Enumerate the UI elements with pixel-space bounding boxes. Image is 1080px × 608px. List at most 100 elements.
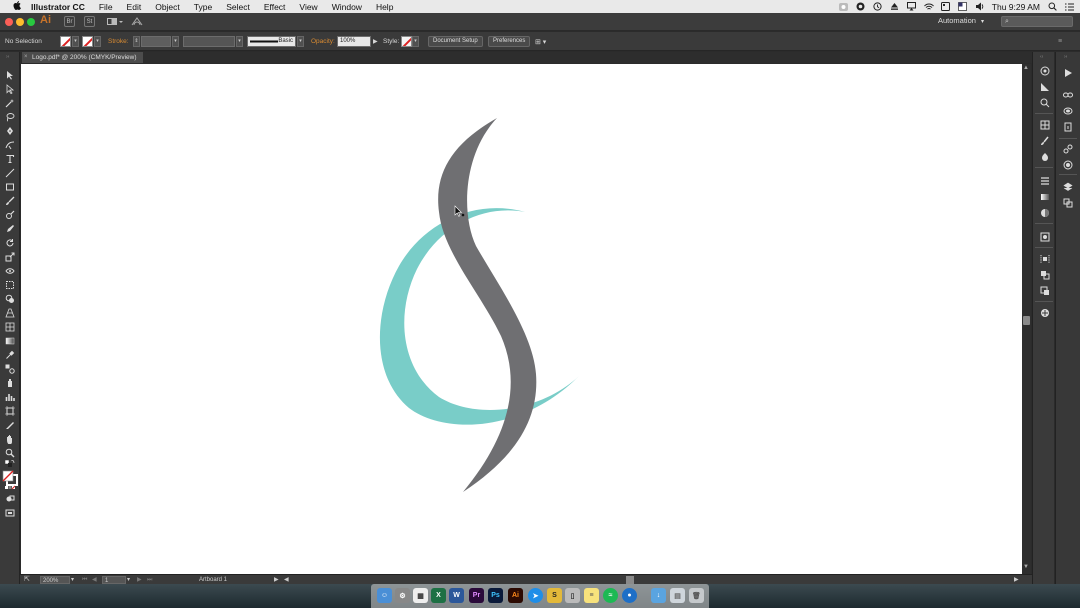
menu-type[interactable]: Type [187,2,219,12]
artboard-number-dropdown-icon[interactable]: ▾ [127,576,130,584]
scale-tool-icon[interactable] [4,252,16,262]
artboards-panel-icon[interactable] [1062,198,1073,208]
apple-menu-icon[interactable] [10,1,24,12]
photoshop-dock-icon[interactable]: Ps [488,588,503,603]
graphic-style-dropdown[interactable]: ▾ [412,36,419,47]
actions-panel-icon[interactable] [1062,68,1073,78]
close-window-button[interactable] [5,18,13,26]
documents-stack-dock-icon[interactable]: ▤ [670,588,685,603]
tools-collapse-icon[interactable]: ›› [6,54,9,60]
premiere-dock-icon[interactable]: Pr [469,588,484,603]
paintbrush-tool-icon[interactable] [4,196,16,206]
stroke-weight-input[interactable] [141,36,171,47]
pathfinder-panel-icon[interactable] [1039,270,1050,280]
transform-panel-icon[interactable] [1039,286,1050,296]
magic-wand-tool-icon[interactable] [4,98,16,108]
rectangle-tool-icon[interactable] [4,182,16,192]
notes-dock-icon[interactable]: ≡ [584,588,599,603]
menu-file[interactable]: File [92,2,120,12]
gpu-performance-icon[interactable] [130,16,144,27]
dock-collapse-icon[interactable]: ‹‹ [1040,54,1043,60]
free-transform-tool-icon[interactable] [4,280,16,290]
menu-object[interactable]: Object [148,2,187,12]
opacity-arrow-icon[interactable]: ▶ [373,38,378,45]
navigator-panel-icon[interactable] [1039,308,1050,318]
notification-icon[interactable] [941,2,951,11]
direct-selection-tool-icon[interactable] [4,84,16,94]
gradient-tool-icon[interactable] [4,336,16,346]
vertical-scroll-thumb[interactable] [1023,316,1030,325]
arrange-documents-icon[interactable] [106,16,124,27]
close-tab-icon[interactable]: × [24,52,28,63]
gray-swoosh-shape[interactable] [438,118,537,492]
links-panel-icon[interactable] [1062,90,1073,100]
zoom-dropdown-icon[interactable]: ▾ [71,576,74,584]
appearance-panel-icon[interactable] [1039,232,1050,242]
cc-libraries-panel-icon[interactable] [1039,98,1050,108]
symbols-panel-icon[interactable] [1039,152,1050,162]
align-panel-icon[interactable] [1039,254,1050,264]
stock-button[interactable]: St [84,16,95,27]
excel-dock-icon[interactable]: X [431,588,446,603]
asset-export-panel-icon[interactable] [1062,144,1073,154]
graphic-styles-panel-icon[interactable] [1062,106,1073,116]
last-artboard-icon[interactable]: ⏭ [147,576,152,584]
time-machine-icon[interactable] [873,2,883,11]
width-tool-icon[interactable] [4,266,16,276]
spotify-dock-icon[interactable]: ≈ [603,588,618,603]
volume-icon[interactable] [975,2,985,11]
variables-panel-icon[interactable] [1062,160,1073,170]
fill-swatch[interactable] [60,36,71,47]
stroke-label[interactable]: Stroke: [108,38,129,45]
first-artboard-icon[interactable]: ⏮ [82,576,87,584]
bridge-button[interactable]: Br [64,16,75,27]
type-tool-icon[interactable] [4,154,16,164]
graphic-style-swatch[interactable] [401,36,412,47]
brush-definition[interactable]: Basic [247,36,296,47]
document-info-panel-icon[interactable] [1062,122,1073,132]
drawing-modes-icon[interactable] [4,494,16,504]
scroll-down-icon[interactable]: ▼ [1023,564,1029,570]
dock-expand-icon[interactable]: ›› [1064,54,1067,60]
opacity-label[interactable]: Opacity: [311,38,335,45]
default-colors-icon[interactable] [4,460,16,470]
safari-dock-icon[interactable]: ➤ [528,588,543,603]
shaper-tool-icon[interactable] [4,210,16,220]
minimize-window-button[interactable] [16,18,24,26]
preferences-button[interactable]: Preferences [488,36,531,47]
artboard-navigation-icon[interactable]: ⇱ [24,576,30,584]
swatches-panel-icon[interactable] [1039,120,1050,130]
stroke-panel-icon[interactable] [1039,176,1050,186]
stroke-weight-stepper[interactable]: ⇕ [133,36,140,47]
preview-dock-icon[interactable]: ▯ [565,588,580,603]
finder-dock-icon[interactable]: ☺ [377,588,392,603]
calendar-dock-icon[interactable]: ▦ [413,588,428,603]
gradient-panel-icon[interactable] [1039,192,1050,202]
document-tab[interactable]: × Logo.pdf* @ 200% (CMYK/Preview) [22,52,143,63]
illustrator-dock-icon[interactable]: Ai [508,588,523,603]
search-help-input[interactable]: ⌕ [1001,16,1073,27]
airplay-icon[interactable] [907,2,917,11]
color-mode-buttons-icon[interactable] [4,483,16,493]
scroll-right-icon[interactable]: ▶ [1014,576,1019,584]
pencil-tool-icon[interactable] [4,224,16,234]
selection-tool-icon[interactable] [4,70,16,80]
rotate-tool-icon[interactable] [4,238,16,248]
color-panel-icon[interactable] [1039,66,1050,76]
screen-recorder-dock-icon[interactable]: ● [622,588,637,603]
word-dock-icon[interactable]: W [449,588,464,603]
layers-panel-icon[interactable] [1062,182,1073,192]
zoom-tool-icon[interactable] [4,448,16,458]
notification-center-icon[interactable] [1064,2,1074,11]
color-guide-panel-icon[interactable] [1039,82,1050,92]
variable-width-profile[interactable] [183,36,235,47]
arrange-panel-icon[interactable]: ⊞ ▾ [535,38,546,46]
slice-tool-icon[interactable] [4,420,16,430]
teal-crescent-shape[interactable] [379,208,579,425]
transparency-panel-icon[interactable] [1039,208,1050,218]
flag-icon[interactable] [958,2,968,11]
column-graph-tool-icon[interactable] [4,392,16,402]
perspective-grid-tool-icon[interactable] [4,308,16,318]
brush-dropdown[interactable]: ▾ [297,36,304,47]
screen-mode-icon[interactable] [4,508,16,518]
